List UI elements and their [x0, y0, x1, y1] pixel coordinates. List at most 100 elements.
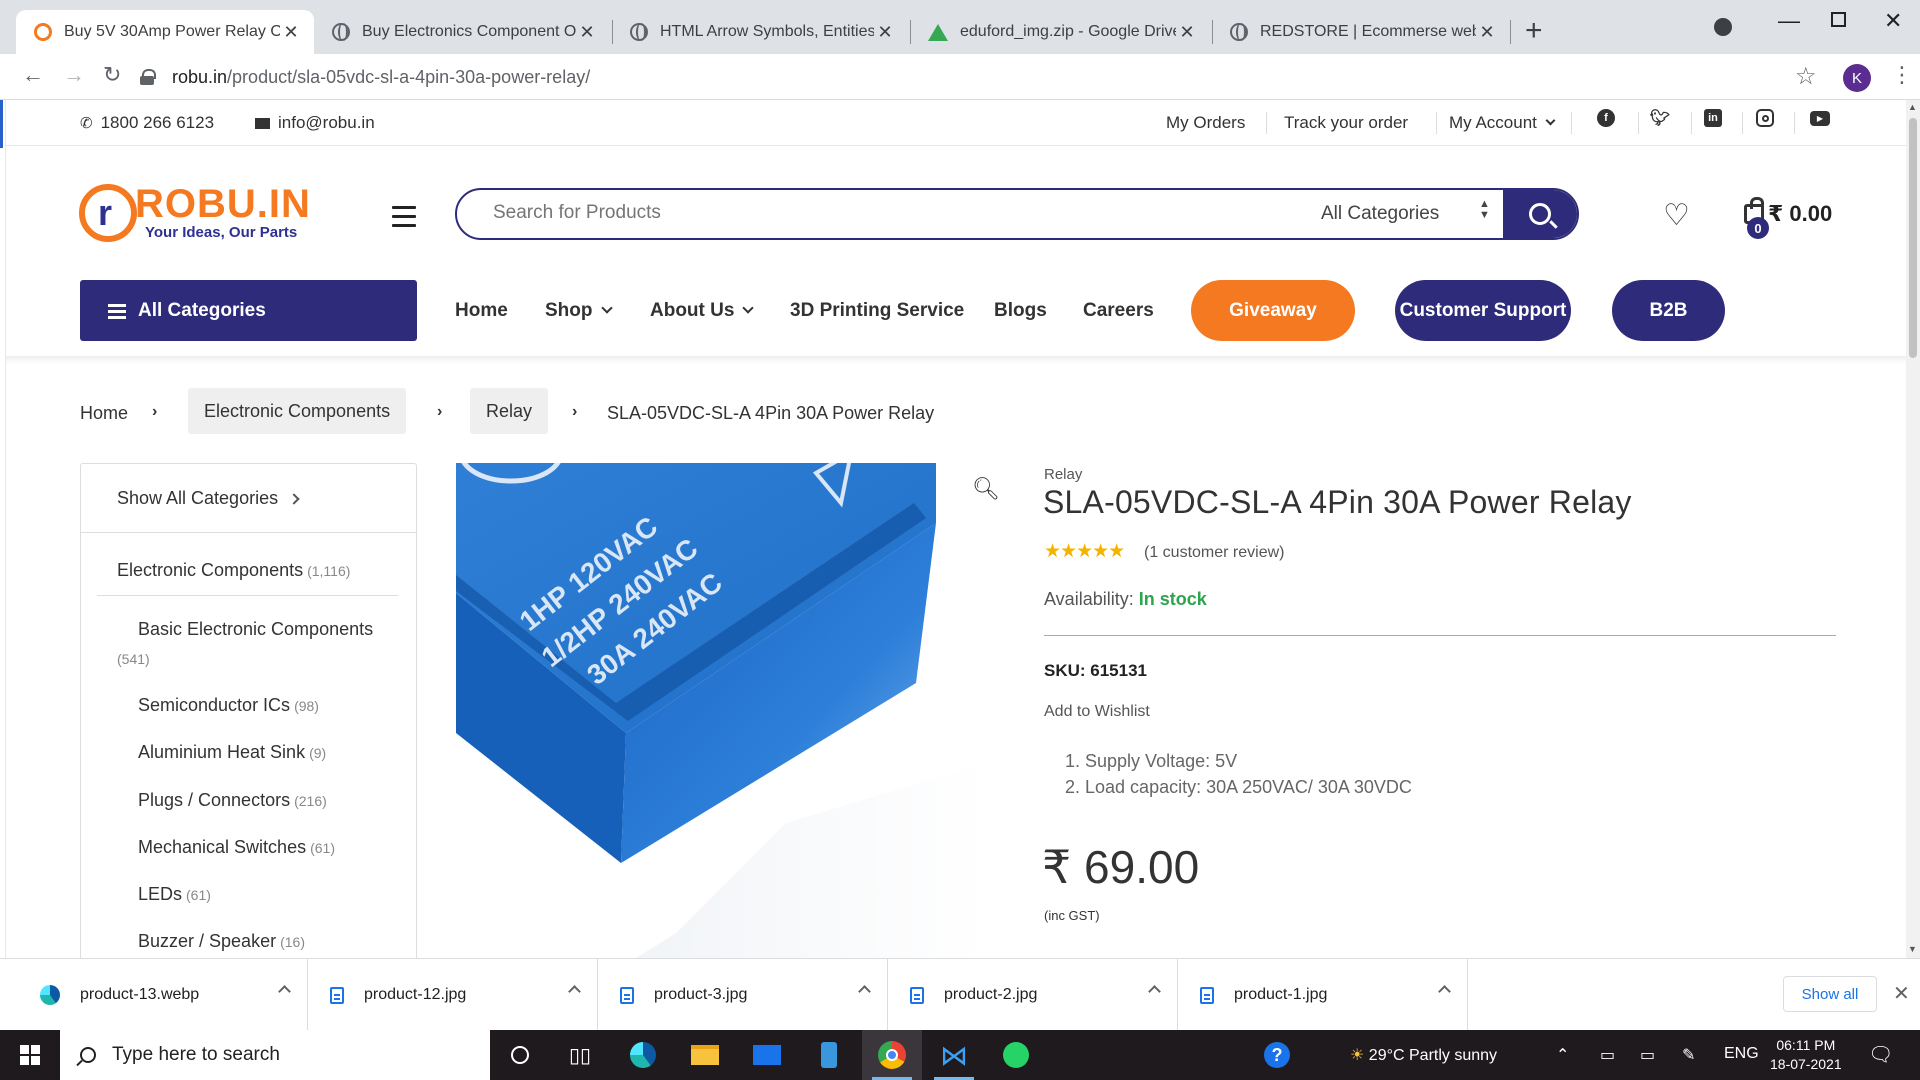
download-item[interactable]: product-13.webp — [18, 959, 308, 1031]
system-clock[interactable]: 06:11 PM 18-07-2021 — [1770, 1036, 1842, 1074]
nav-home[interactable]: Home — [455, 300, 508, 322]
hamburger-menu-icon[interactable] — [392, 206, 416, 233]
close-icon[interactable]: ✕ — [576, 22, 598, 43]
category-select[interactable]: All Categories — [1321, 203, 1439, 225]
close-icon[interactable]: ✕ — [1893, 981, 1910, 1006]
instagram-icon[interactable] — [1756, 109, 1774, 127]
pen-icon[interactable]: ✎ — [1682, 1045, 1695, 1065]
language-indicator[interactable]: ENG — [1724, 1045, 1759, 1063]
twitter-icon[interactable]: 🐦︎ — [1650, 109, 1670, 127]
browser-tab-electronics[interactable]: Buy Electronics Component Onlin ✕ — [314, 10, 610, 54]
tab-search-icon[interactable] — [1714, 18, 1732, 36]
browser-tab-redstore[interactable]: REDSTORE | Ecommerse website ✕ — [1212, 10, 1510, 54]
sidebar-item-aluminium-heat-sink[interactable]: Aluminium Heat Sink (9) — [138, 742, 326, 763]
nav-about-us[interactable]: About Us — [650, 300, 755, 322]
whatsapp-icon[interactable] — [999, 1038, 1033, 1072]
reviews-link[interactable]: (1 customer review) — [1144, 544, 1284, 562]
browser-menu-icon[interactable]: ⋮ — [1891, 62, 1913, 88]
phone-contact[interactable]: ✆ 1800 266 6123 — [80, 113, 214, 133]
nav-3d-printing[interactable]: 3D Printing Service — [790, 300, 964, 322]
sidebar-item-semiconductor-ics[interactable]: Semiconductor ICs (98) — [138, 695, 319, 716]
help-icon[interactable]: ? — [1260, 1038, 1294, 1072]
product-image[interactable]: 1HP 120VAC 1/2HP 240VAC 30A 240VAC — [456, 463, 986, 958]
scroll-up-arrow-icon[interactable]: ▲ — [1908, 102, 1917, 112]
windows-start-icon[interactable] — [20, 1045, 40, 1065]
chevron-up-icon[interactable] — [858, 985, 871, 998]
sidebar-item-leds[interactable]: LEDs (61) — [138, 884, 211, 905]
breadcrumb-home[interactable]: Home — [80, 403, 128, 424]
close-icon[interactable]: ✕ — [280, 22, 302, 43]
profile-avatar[interactable]: K — [1843, 64, 1871, 92]
scroll-thumb[interactable] — [1909, 118, 1917, 358]
all-categories-button[interactable]: All Categories — [80, 280, 417, 341]
sidebar-item-basic-electronic[interactable]: Basic Electronic Components — [138, 619, 373, 640]
window-close-button[interactable]: ✕ — [1884, 8, 1902, 34]
chevron-up-icon[interactable] — [568, 985, 581, 998]
cortana-icon[interactable] — [503, 1038, 537, 1072]
scroll-down-arrow-icon[interactable]: ▼ — [1908, 944, 1917, 954]
add-to-wishlist-link[interactable]: Add to Wishlist — [1044, 703, 1150, 721]
sidebar-item-buzzer-speaker[interactable]: Buzzer / Speaker (16) — [138, 931, 305, 952]
sidebar-item-plugs-connectors[interactable]: Plugs / Connectors (216) — [138, 790, 327, 811]
youtube-icon[interactable]: ▶ — [1810, 111, 1830, 126]
nav-shop[interactable]: Shop — [545, 300, 613, 322]
notifications-icon[interactable]: 🗨︎ — [1868, 1042, 1893, 1067]
sidebar-item-mechanical-switches[interactable]: Mechanical Switches (61) — [138, 837, 335, 858]
download-item[interactable]: product-12.jpg — [308, 959, 598, 1031]
zoom-magnifier-icon[interactable]: 🔍︎ — [972, 476, 1000, 502]
close-icon[interactable]: ✕ — [1476, 22, 1498, 43]
battery-icon[interactable]: ▭ — [1640, 1045, 1655, 1065]
wishlist-heart-icon[interactable]: ♡ — [1663, 198, 1690, 233]
vscode-icon[interactable]: ⋈ — [937, 1038, 971, 1072]
chevron-up-icon[interactable] — [278, 985, 291, 998]
page-scrollbar[interactable]: ▲ ▼ — [1906, 100, 1920, 958]
maximize-button[interactable] — [1831, 12, 1846, 27]
reload-icon[interactable]: ↻ — [103, 62, 121, 88]
chevron-up-icon[interactable] — [1438, 985, 1451, 998]
search-button[interactable] — [1503, 190, 1577, 238]
phone-app-icon[interactable] — [812, 1038, 846, 1072]
task-view-icon[interactable]: ▯▯ — [563, 1038, 597, 1072]
giveaway-button[interactable]: Giveaway — [1191, 280, 1355, 341]
chevron-up-icon[interactable]: ⌃ — [1556, 1045, 1569, 1065]
meet-now-icon[interactable]: ▭ — [1600, 1045, 1615, 1065]
browser-tab-google-drive[interactable]: eduford_img.zip - Google Drive ✕ — [910, 10, 1210, 54]
back-arrow-icon[interactable]: ← — [22, 62, 44, 88]
customer-support-button[interactable]: Customer Support — [1395, 280, 1571, 341]
download-item[interactable]: product-1.jpg — [1178, 959, 1468, 1031]
browser-tab-robu-relay[interactable]: Buy 5V 30Amp Power Relay Onlir ✕ — [16, 10, 314, 54]
weather-widget[interactable]: ☀︎ 29°C Partly sunny — [1350, 1045, 1497, 1065]
nav-blogs[interactable]: Blogs — [994, 300, 1047, 322]
bookmark-star-icon[interactable]: ☆ — [1795, 62, 1817, 91]
my-orders-link[interactable]: My Orders — [1166, 113, 1245, 133]
product-category-link[interactable]: Relay — [1044, 466, 1082, 483]
taskbar-search-box[interactable]: Type here to search — [60, 1030, 490, 1080]
download-item[interactable]: product-2.jpg — [888, 959, 1178, 1031]
breadcrumb-electronic-components[interactable]: Electronic Components — [188, 388, 407, 434]
track-order-link[interactable]: Track your order — [1284, 113, 1408, 133]
forward-arrow-icon[interactable]: → — [63, 62, 85, 88]
close-icon[interactable]: ✕ — [1176, 22, 1198, 43]
mail-icon[interactable] — [750, 1038, 784, 1072]
facebook-icon[interactable]: f — [1597, 109, 1615, 127]
chevron-up-icon[interactable] — [1148, 985, 1161, 998]
search-input[interactable] — [493, 202, 1273, 224]
breadcrumb-relay[interactable]: Relay — [470, 388, 549, 434]
file-explorer-icon[interactable] — [688, 1038, 722, 1072]
linkedin-icon[interactable]: in — [1704, 109, 1722, 127]
nav-careers[interactable]: Careers — [1083, 300, 1154, 322]
cart-total[interactable]: ₹ 0.00 — [1768, 201, 1832, 227]
edge-browser-icon[interactable] — [626, 1038, 660, 1072]
close-icon[interactable]: ✕ — [874, 22, 896, 43]
my-account-dropdown[interactable]: My Account — [1449, 113, 1556, 133]
email-contact[interactable]: info@robu.in — [255, 113, 375, 133]
show-all-categories[interactable]: Show All Categories — [81, 464, 416, 533]
chrome-icon[interactable] — [875, 1038, 909, 1072]
show-all-downloads-button[interactable]: Show all — [1783, 976, 1877, 1012]
minimize-button[interactable]: — — [1778, 8, 1800, 34]
robu-logo[interactable]: r ROBU.IN Your Ideas, Our Parts — [79, 182, 314, 244]
download-item[interactable]: product-3.jpg — [598, 959, 888, 1031]
new-tab-button[interactable]: + — [1525, 16, 1543, 46]
sidebar-item-electronic-components[interactable]: Electronic Components (1,116) — [117, 560, 350, 581]
browser-tab-html-arrows[interactable]: HTML Arrow Symbols, Entities an ✕ — [612, 10, 908, 54]
